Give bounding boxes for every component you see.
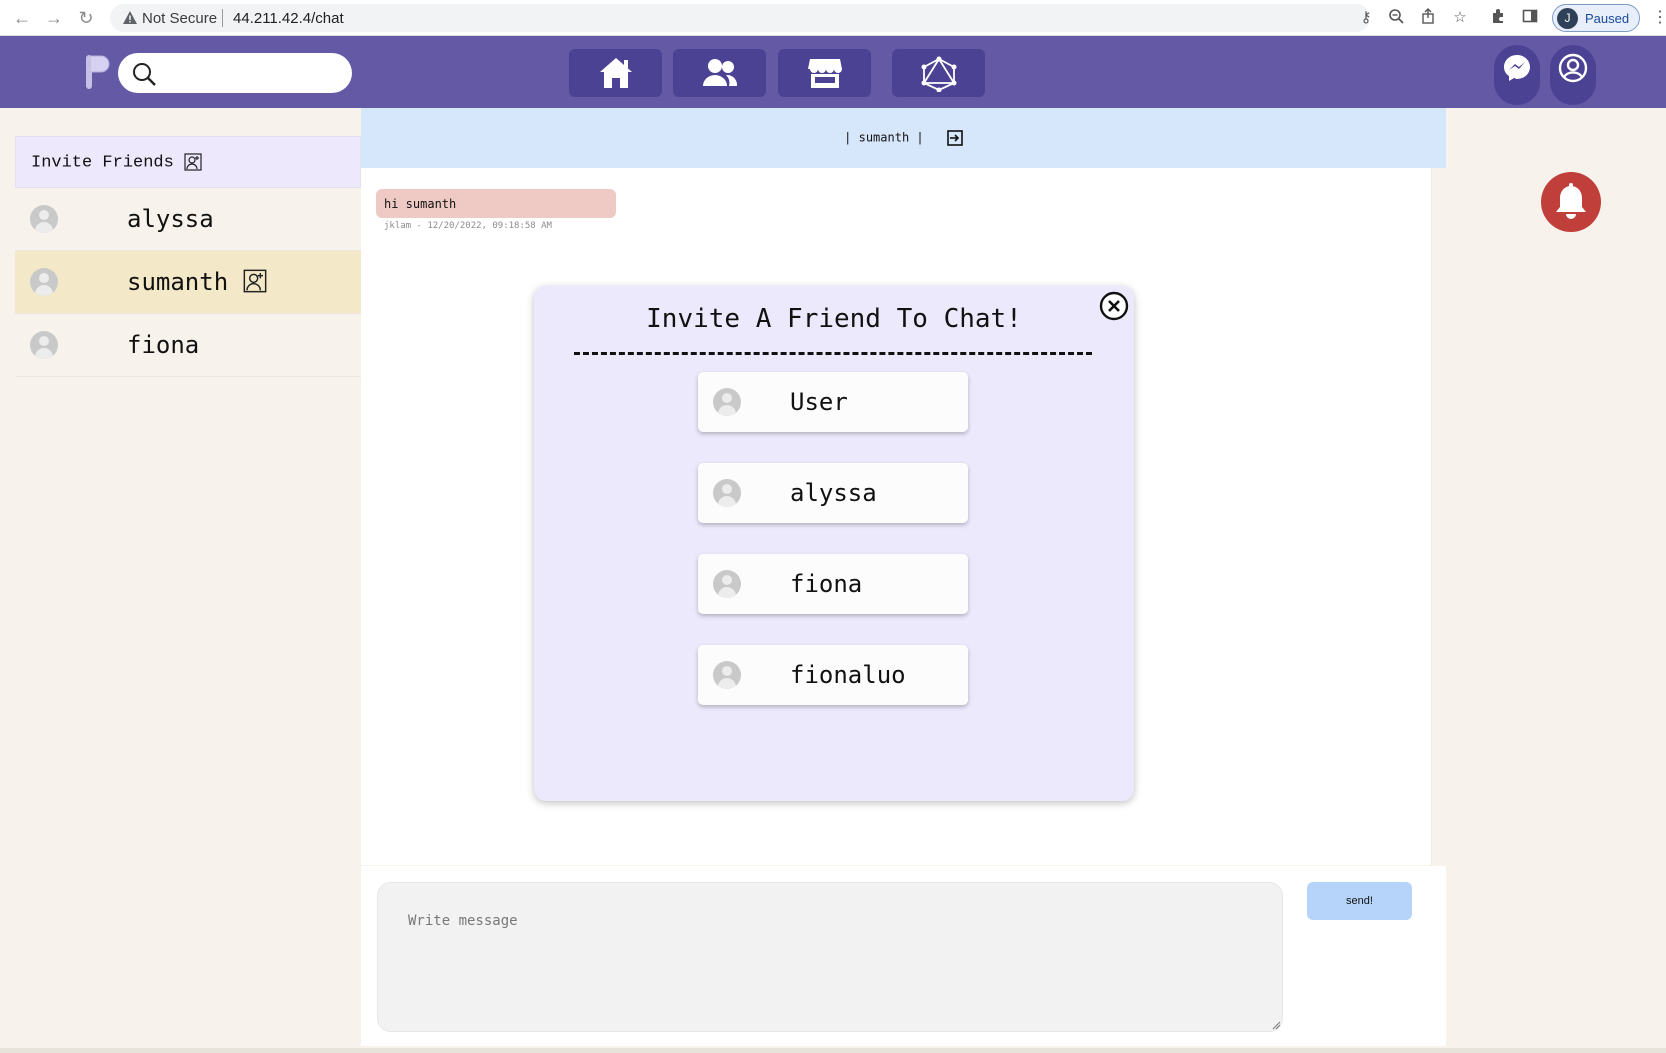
avatar [30, 331, 58, 359]
invite-candidate-alyssa[interactable]: alyssa [698, 463, 968, 523]
avatar [713, 570, 741, 598]
side-panel-icon[interactable] [1520, 8, 1540, 28]
account-icon [1558, 53, 1588, 83]
extensions-icon[interactable] [1488, 8, 1508, 28]
candidate-name: User [790, 388, 848, 416]
candidate-name: fiona [790, 570, 863, 598]
profile-avatar: J [1557, 8, 1578, 29]
search-icon [133, 63, 156, 86]
url-text[interactable]: 44.211.42.4/chat [233, 10, 344, 27]
search-box[interactable] [118, 53, 352, 93]
zoom-icon[interactable] [1386, 8, 1406, 28]
invite-candidate-user[interactable]: User [698, 372, 968, 432]
friend-name: fiona [127, 331, 200, 359]
network-icon [921, 56, 957, 92]
forward-arrow-icon[interactable]: → [42, 6, 66, 30]
invite-friends-label: Invite Friends [31, 153, 202, 172]
friends-sidebar: Invite Friends alyssa sumanth fiona [15, 136, 361, 377]
home-tab[interactable] [569, 49, 662, 97]
friend-name: alyssa [127, 205, 214, 233]
reload-icon[interactable]: ↻ [74, 6, 98, 30]
message-composer: send! [361, 866, 1446, 1046]
chat-partner-label: | sumanth | [361, 130, 1446, 146]
browser-menu-icon[interactable]: ⋮ [1652, 7, 1666, 29]
modal-title: Invite A Friend To Chat! [646, 304, 1022, 334]
chat-header: | sumanth | [361, 108, 1446, 168]
bookmark-star-icon[interactable]: ☆ [1450, 8, 1470, 28]
logo-icon[interactable] [84, 53, 110, 91]
marketplace-tab[interactable] [778, 49, 871, 97]
marketplace-icon [808, 59, 842, 88]
messenger-button[interactable] [1494, 45, 1540, 105]
share-icon[interactable] [1418, 8, 1438, 28]
send-button[interactable]: send! [1307, 882, 1412, 920]
resize-grip-icon[interactable] [1271, 1020, 1281, 1030]
invite-candidate-fionaluo[interactable]: fionaluo [698, 645, 968, 705]
bell-icon [1556, 183, 1586, 219]
invite-modal: Invite A Friend To Chat! User alyssa fio… [534, 286, 1134, 801]
account-button[interactable] [1550, 45, 1596, 105]
back-arrow-icon[interactable]: ← [10, 6, 34, 30]
notification-button[interactable] [1541, 172, 1601, 232]
avatar [713, 388, 741, 416]
message-input[interactable] [377, 882, 1283, 1032]
friends-tab[interactable] [673, 49, 766, 97]
url-divider [222, 9, 223, 27]
messenger-icon [1504, 55, 1530, 81]
invite-friends-header[interactable]: Invite Friends [15, 136, 361, 188]
friend-row-sumanth[interactable]: sumanth [15, 251, 361, 314]
message-bubble: hi sumanth [376, 189, 616, 218]
candidate-name: alyssa [790, 479, 877, 507]
address-bar[interactable]: Not Secure 44.211.42.4/chat [110, 4, 1370, 32]
browser-toolbar: ← → ↻ Not Secure 44.211.42.4/chat ⚷ ☆ J … [0, 0, 1666, 36]
home-icon [600, 58, 632, 88]
friend-row-alyssa[interactable]: alyssa [15, 188, 361, 251]
avatar [713, 661, 741, 689]
invite-candidate-fiona[interactable]: fiona [698, 554, 968, 614]
search-input[interactable] [164, 61, 339, 85]
avatar [30, 268, 58, 296]
friend-row-fiona[interactable]: fiona [15, 314, 361, 377]
close-icon[interactable] [1099, 291, 1129, 321]
avatar [713, 479, 741, 507]
key-icon[interactable]: ⚷ [1356, 8, 1376, 28]
modal-divider [574, 352, 1092, 355]
user-plus-icon[interactable] [243, 269, 267, 293]
security-label: Not Secure [142, 10, 218, 27]
message-meta: jklam - 12/20/2022, 09:18:58 AM [384, 221, 552, 231]
page-bottom-border [0, 1048, 1666, 1053]
user-plus-icon [184, 153, 202, 171]
message-text: hi sumanth [384, 197, 457, 211]
avatar [30, 205, 58, 233]
warning-icon [123, 11, 137, 24]
friends-icon [703, 59, 738, 86]
profile-status: Paused [1585, 11, 1630, 26]
profile-button[interactable]: J Paused [1552, 4, 1640, 32]
leave-chat-icon[interactable] [947, 130, 963, 146]
candidate-name: fionaluo [790, 661, 906, 689]
app-header [0, 36, 1666, 108]
network-tab[interactable] [892, 49, 985, 97]
friend-name: sumanth [127, 268, 267, 296]
